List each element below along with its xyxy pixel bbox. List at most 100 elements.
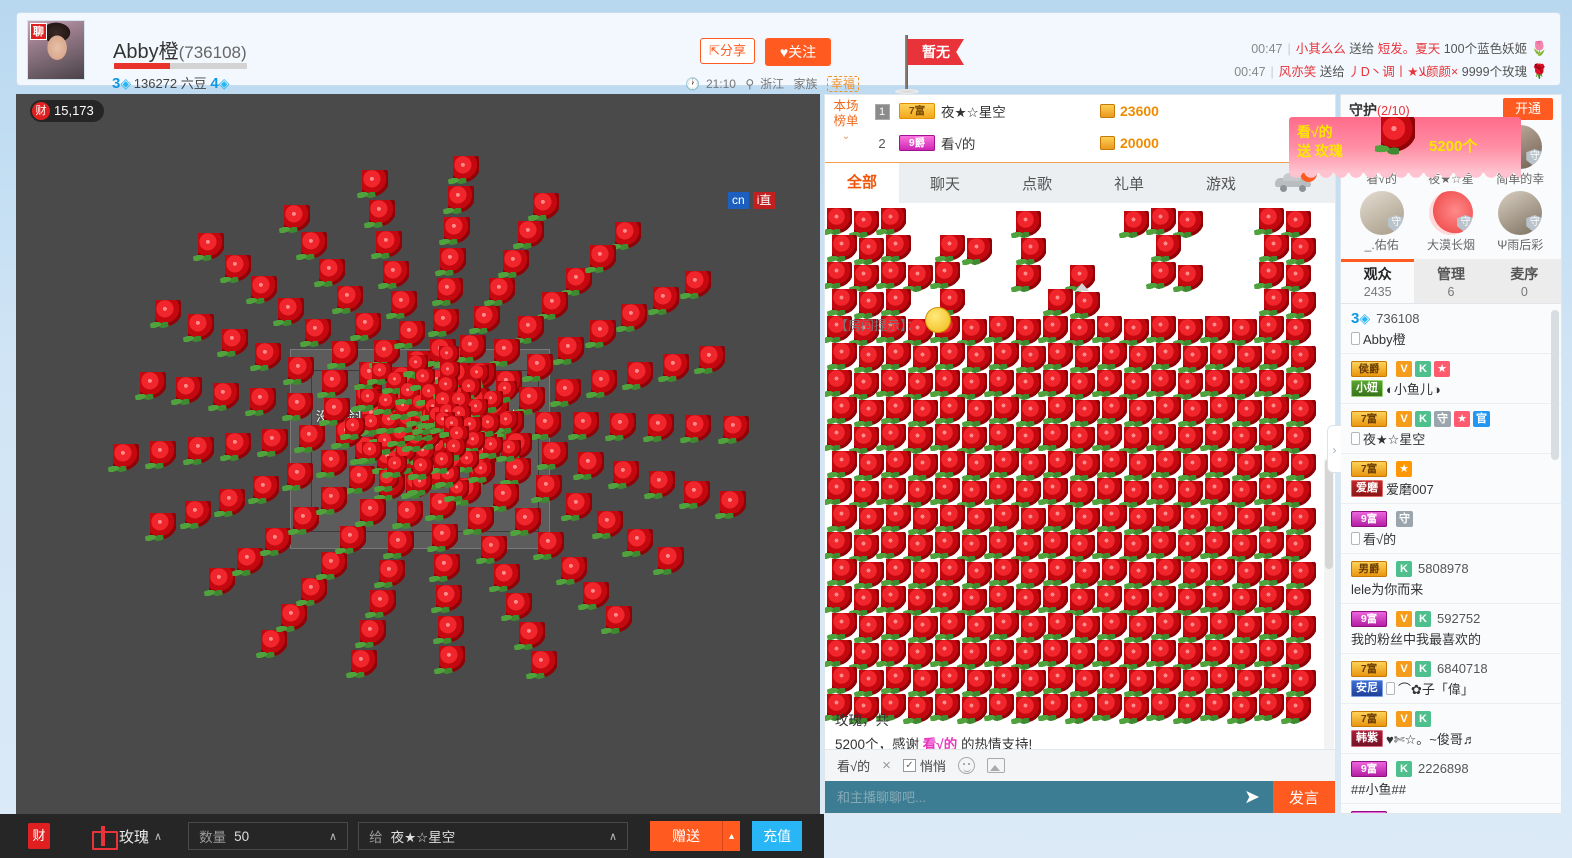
host-avatar[interactable]: 聊 (27, 20, 85, 80)
image-icon[interactable] (987, 758, 1005, 773)
rose-icon (627, 529, 653, 555)
rose-icon (113, 444, 139, 470)
rose-icon (935, 532, 960, 557)
viewer-name[interactable]: 我的粉丝中我最喜欢的 (1351, 629, 1481, 648)
message-list[interactable]: 【房间提示】： 玫瑰，共 5200个，感谢 看√的 的热情支持! 01:10宝贝… (825, 203, 1335, 749)
notice-receiver[interactable]: 短发。夏天 (1378, 42, 1441, 56)
viewer-row[interactable]: 9富697261元~元 (1341, 804, 1561, 813)
tab-giftlist[interactable]: 礼单 (1083, 173, 1175, 194)
send-button[interactable]: 发言 (1273, 781, 1335, 813)
rose-icon (886, 289, 911, 314)
viewer-nametag: 韩紫 (1351, 730, 1383, 747)
viewer-row[interactable]: 男爵 K 5808978 lele为你而来 (1341, 554, 1561, 604)
rose-icon (913, 400, 938, 425)
no-device-message: 没有检测到音频设备，无法开启直播 (290, 406, 550, 425)
tab-game[interactable]: 游戏 (1175, 173, 1267, 194)
close-icon[interactable]: × (882, 757, 891, 774)
whisper-checkbox[interactable]: ✓ 悄悄 (903, 756, 946, 775)
family-tag[interactable]: 幸福 (827, 76, 859, 92)
tab-all[interactable]: 全部 (825, 163, 899, 203)
rose-icon (376, 231, 402, 257)
rose-icon (1075, 400, 1100, 425)
viewer-badge: K (1415, 711, 1431, 727)
send-gift-button[interactable]: 赠送 (650, 821, 722, 851)
rose-icon (434, 554, 460, 580)
rose-icon (962, 589, 987, 614)
rose-icon (685, 271, 711, 297)
viewer-badges: 9富 K 2226898 (1351, 760, 1551, 777)
chat-scrollbar[interactable] (1324, 459, 1334, 749)
tab-viewers[interactable]: 观众 2435 (1341, 259, 1414, 303)
tab-song[interactable]: 点歌 (991, 173, 1083, 194)
viewer-name[interactable]: 爱磨007 (1386, 479, 1434, 498)
recipient-field[interactable]: 给 夜★☆星空 ∧ (358, 822, 628, 850)
send-gift-options[interactable]: ▲ (722, 821, 740, 851)
viewer-list[interactable]: 3◈ 736108 Abby橙 侯爵 V K ★ 小妞 ◐小鱼儿◑ 7富 V K 守 ★ 官夜★☆星空 7富 ★… (1341, 304, 1561, 813)
viewer-name[interactable]: ⌒✿子「偉」 (1398, 679, 1474, 698)
viewer-name[interactable]: 看√的 (1363, 529, 1396, 548)
rank-user-name[interactable]: 夜★☆星空 (941, 101, 1006, 121)
rose-icon (489, 278, 515, 304)
rose-icon (436, 585, 462, 611)
viewer-row[interactable]: 侯爵 V K ★ 小妞 ◐小鱼儿◑ (1341, 354, 1561, 404)
scroll-up-indicator[interactable] (1075, 283, 1089, 291)
viewer-name[interactable]: lele为你而来 (1351, 579, 1423, 598)
guard-member[interactable]: 守大漠长烟 (1416, 191, 1485, 253)
viewer-row[interactable]: 7富 V K 守 ★ 官夜★☆星空 (1341, 404, 1561, 454)
viewer-row[interactable]: 7富 V K 6840718 安尼 ⌒✿子「偉」 (1341, 654, 1561, 704)
tab-chat[interactable]: 聊天 (899, 173, 991, 194)
rose-icon (399, 321, 425, 347)
notice-receiver[interactable]: 丿D丶调丨★ﻼ颜颜× (1348, 65, 1458, 79)
smiley-icon[interactable] (958, 757, 975, 774)
viewer-badge: 7富 (1351, 711, 1387, 727)
wallet-icon[interactable]: 财 (28, 823, 50, 849)
rank-row[interactable]: 2 9爵 看√的 20000 (825, 127, 1335, 159)
tab-admins[interactable]: 管理 6 (1414, 259, 1487, 303)
room-tip: 【房间提示】： (835, 315, 920, 334)
guard-member[interactable]: 守 _.佑佑 (1347, 191, 1416, 253)
tab-mic-queue[interactable]: 麦序 0 (1488, 259, 1561, 303)
quantity-field[interactable]: 数量 50 ∧ (188, 822, 348, 850)
viewer-name[interactable]: ♥✄☆。~俊哥♬ (1386, 729, 1476, 748)
viewer-name[interactable]: ##小鱼## (1351, 779, 1406, 798)
rose-icon (1129, 400, 1154, 425)
recharge-button[interactable]: 充值 (752, 821, 802, 851)
send-plane-icon[interactable]: ➤ (1231, 781, 1273, 813)
viewer-name[interactable]: 夜★☆星空 (1363, 429, 1425, 448)
notice-sender[interactable]: 小其么么 (1296, 42, 1346, 56)
rose-icon (1156, 559, 1181, 584)
rose-icon (319, 259, 345, 285)
rank-row[interactable]: 1 7富 夜★☆星空 23600 (825, 95, 1335, 127)
viewer-row[interactable]: 3◈ 736108 Abby橙 (1341, 304, 1561, 354)
share-button[interactable]: ⇱分享 (700, 38, 755, 64)
tab-admins-label: 管理 (1414, 264, 1487, 284)
rank-user-name[interactable]: 看√的 (941, 133, 975, 153)
video-player[interactable]: 15,173 cn i直 没有检测到音频设备，无法开启直播 (16, 94, 820, 814)
viewer-scrollbar[interactable] (1551, 310, 1559, 460)
rose-icon (967, 508, 992, 533)
viewer-row[interactable]: 9富守看√的 (1341, 504, 1561, 554)
chat-input[interactable] (825, 781, 1231, 813)
guard-member[interactable]: 守 Ψ雨后彩 (1486, 191, 1555, 253)
viewer-row[interactable]: 9富 V K 592752 我的粉丝中我最喜欢的 (1341, 604, 1561, 654)
viewer-row[interactable]: 7富 V K 韩紫 ♥✄☆。~俊哥♬ (1341, 704, 1561, 754)
notice-sender[interactable]: 风亦笑 (1279, 65, 1317, 79)
rose-icon (1205, 370, 1230, 395)
shield-icon: 守 (1526, 215, 1542, 233)
viewer-row[interactable]: 9富 K 2226898 ##小鱼## (1341, 754, 1561, 804)
follow-button[interactable]: ♥关注 (765, 38, 831, 66)
rose-icon (1381, 117, 1415, 151)
gift-selector[interactable]: 玫瑰 ∧ (92, 826, 162, 847)
rose-icon (1102, 451, 1127, 476)
rose-icon (908, 265, 933, 290)
viewer-name[interactable]: Abby橙 (1363, 329, 1406, 348)
gift-summary-name[interactable]: 看√的 (923, 737, 957, 749)
rose-icon (558, 337, 584, 363)
viewer-name[interactable]: ◐小鱼儿◑ (1386, 379, 1441, 398)
collapse-panel-toggle[interactable]: › (1327, 425, 1341, 473)
rose-icon (1070, 373, 1095, 398)
rose-icon (506, 593, 532, 619)
rose-icon (886, 343, 911, 368)
viewer-row[interactable]: 7富 ★ 爱磨 爱磨007 (1341, 454, 1561, 504)
rose-icon (648, 414, 674, 440)
